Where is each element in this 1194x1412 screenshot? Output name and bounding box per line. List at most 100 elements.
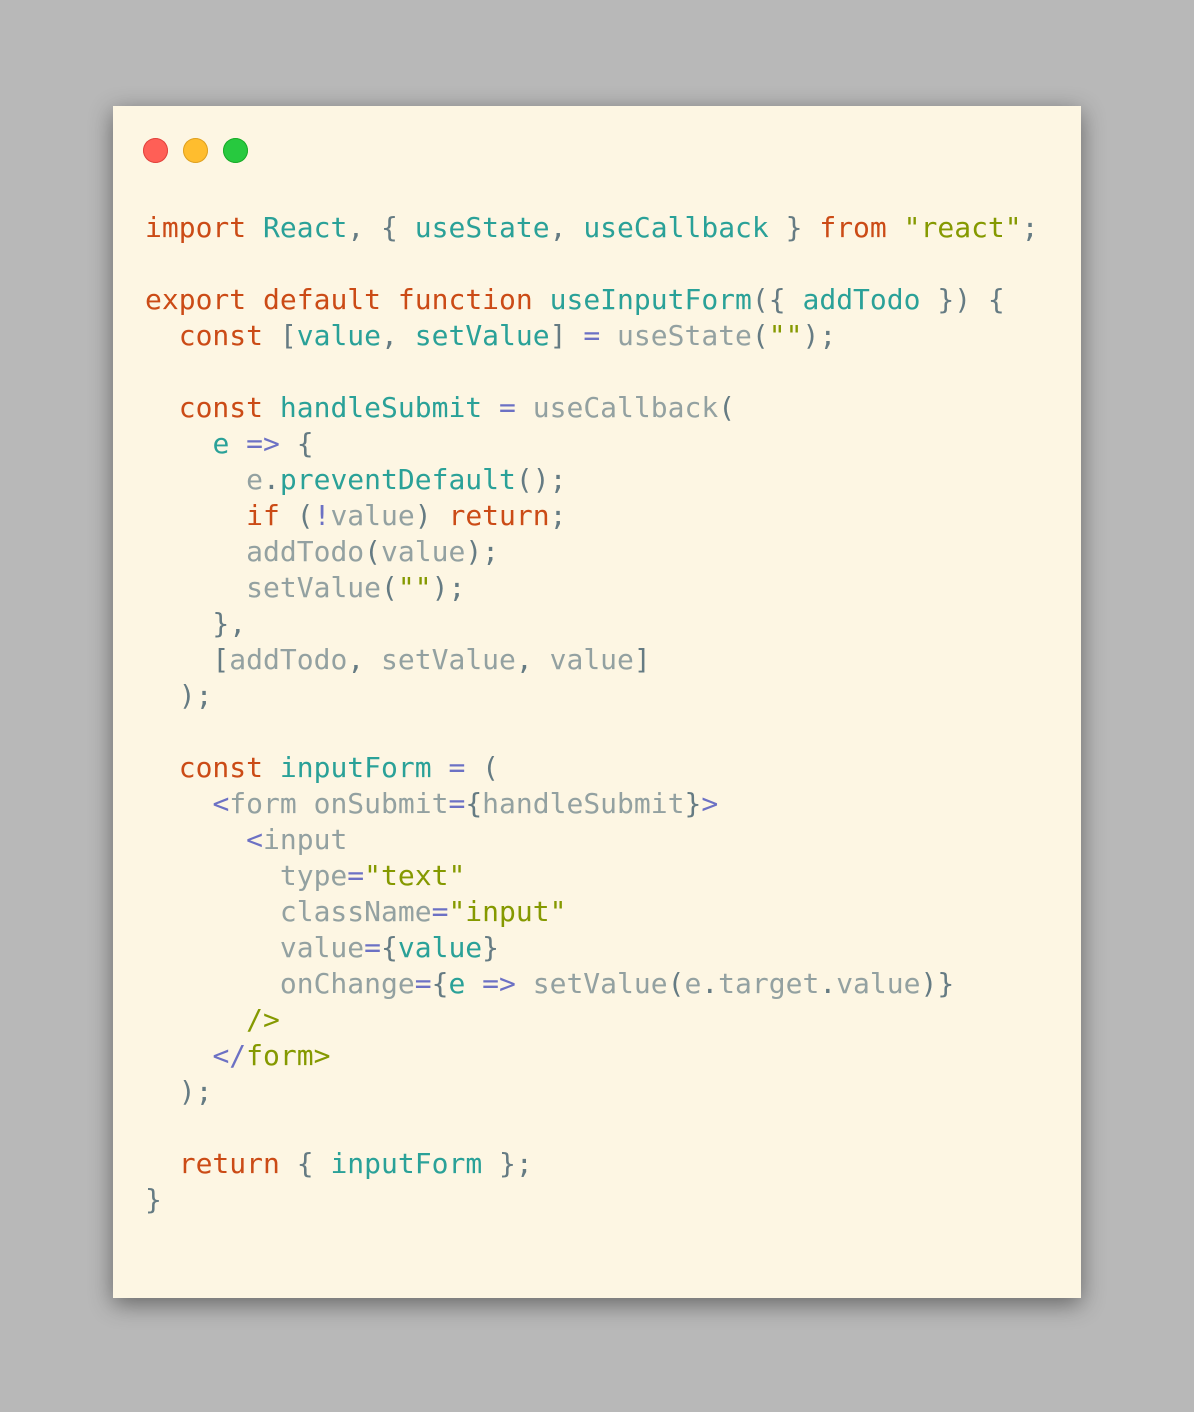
code-token: ; <box>549 499 567 532</box>
code-token: "input" <box>448 895 567 928</box>
code-token: ) <box>414 499 449 532</box>
code-token: { <box>279 1147 331 1180</box>
code-token: ( <box>751 319 769 352</box>
code-token: < <box>246 823 264 856</box>
code-token: useInputForm <box>549 283 752 316</box>
code-token: ; <box>1021 211 1039 244</box>
code-line: const [value, setValue] = useState(""); <box>145 318 1039 354</box>
code-token: = <box>583 319 601 352</box>
code-token: )} <box>920 967 955 1000</box>
code-line: const handleSubmit = useCallback( <box>145 390 1039 426</box>
code-line: e => { <box>145 426 1039 462</box>
maximize-button[interactable] <box>223 138 248 163</box>
code-token: const <box>178 391 264 424</box>
code-token: ); <box>431 571 466 604</box>
code-token: ( <box>381 571 398 604</box>
code-token: preventDefault <box>279 463 516 496</box>
code-token: } <box>768 211 820 244</box>
code-token: ] <box>633 643 651 676</box>
code-token: } <box>145 1183 162 1216</box>
code-token: e <box>684 967 702 1000</box>
code-token: "text" <box>364 859 466 892</box>
code-line: <input <box>145 822 1039 858</box>
code-token: "" <box>397 571 432 604</box>
code-line: const inputForm = ( <box>145 750 1039 786</box>
code-token: , <box>347 643 382 676</box>
code-token: /> <box>246 1003 280 1036</box>
code-token: "react" <box>903 211 1022 244</box>
code-token: </ <box>212 1039 247 1072</box>
code-token: const <box>178 319 264 352</box>
code-token: value <box>836 967 921 1000</box>
code-token: inputForm <box>279 751 432 784</box>
code-token: = <box>347 859 365 892</box>
code-line: import React, { useState, useCallback } … <box>145 210 1039 246</box>
code-line: value={value} <box>145 930 1039 966</box>
code-token: ( <box>364 535 382 568</box>
code-token: }; <box>482 1147 533 1180</box>
code-token: ( <box>667 967 685 1000</box>
code-line: return { inputForm }; <box>145 1146 1039 1182</box>
code-token: ); <box>465 535 500 568</box>
code-block: import React, { useState, useCallback } … <box>145 210 1039 1218</box>
code-line: onChange={e => setValue(e.target.value)} <box>145 966 1039 1002</box>
code-token: . <box>701 967 719 1000</box>
code-line: ); <box>145 678 1039 714</box>
code-token: < <box>212 787 230 820</box>
code-token: ! <box>313 499 331 532</box>
code-line: }, <box>145 606 1039 642</box>
minimize-button[interactable] <box>183 138 208 163</box>
code-token: ( <box>465 751 500 784</box>
code-token: inputForm <box>330 1147 483 1180</box>
code-token: if <box>246 499 280 532</box>
code-line: type="text" <box>145 858 1039 894</box>
code-token: React <box>263 211 348 244</box>
code-token: => <box>246 427 280 460</box>
code-line: <form onSubmit={handleSubmit}> <box>145 786 1039 822</box>
code-token: export <box>145 283 247 316</box>
code-token: ); <box>145 679 213 712</box>
code-token: handleSubmit <box>482 787 685 820</box>
code-token: ( <box>279 499 314 532</box>
code-token: addTodo <box>229 643 348 676</box>
code-token: e <box>246 463 264 496</box>
code-token: target <box>718 967 820 1000</box>
code-token: value <box>381 535 466 568</box>
code-token: => <box>482 967 516 1000</box>
code-token: value <box>549 643 634 676</box>
code-token: }, <box>145 607 247 640</box>
code-token: value <box>279 931 365 964</box>
code-token: return <box>448 499 550 532</box>
code-token: = <box>414 967 432 1000</box>
code-token: ({ <box>751 283 803 316</box>
code-token: setValue <box>414 319 550 352</box>
code-token: type <box>279 859 348 892</box>
code-token: [ <box>263 319 297 352</box>
code-line: if (!value) return; <box>145 498 1039 534</box>
code-token: > <box>701 787 719 820</box>
close-button[interactable] <box>143 138 168 163</box>
code-token: input <box>263 823 348 856</box>
code-line: setValue(""); <box>145 570 1039 606</box>
